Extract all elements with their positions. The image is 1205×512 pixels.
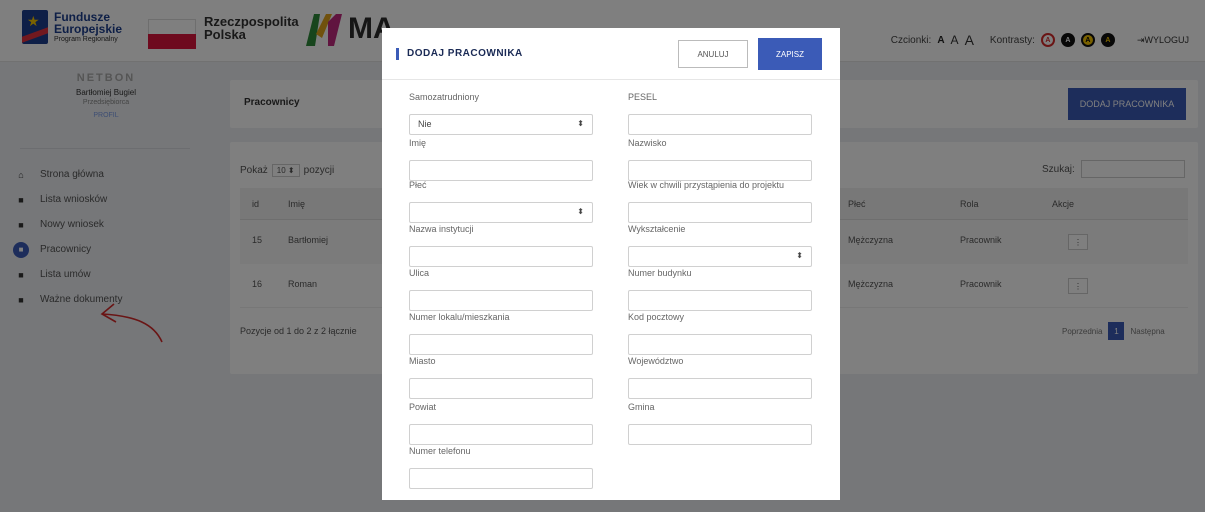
field-ulica: Ulica	[409, 268, 593, 311]
numer-budynku-input[interactable]	[628, 290, 812, 311]
field-powiat: Powiat	[409, 402, 593, 445]
gmina-input[interactable]	[628, 424, 812, 445]
imie-input[interactable]	[409, 160, 593, 181]
nazwa-instytucji-input[interactable]	[409, 246, 593, 267]
field-label: Kod pocztowy	[628, 312, 685, 322]
field-label: Miasto	[409, 356, 436, 366]
field-wojewodztwo: Województwo	[628, 356, 812, 399]
modal-title: DODAJ PRACOWNIKA	[396, 48, 523, 60]
miasto-input[interactable]	[409, 378, 593, 399]
field-nazwisko: Nazwisko	[628, 138, 812, 181]
field-nazwa-instytucji: Nazwa instytucji	[409, 224, 593, 267]
field-label: Gmina	[628, 402, 655, 412]
field-kod-pocztowy: Kod pocztowy	[628, 312, 812, 355]
save-button[interactable]: ZAPISZ	[758, 38, 822, 70]
field-samozatrudniony: Samozatrudniony Nie ⬍	[409, 92, 593, 135]
select-caret-icon: ⬍	[796, 251, 803, 260]
field-label: Imię	[409, 138, 427, 148]
ulica-input[interactable]	[409, 290, 593, 311]
field-miasto: Miasto	[409, 356, 593, 399]
powiat-input[interactable]	[409, 424, 593, 445]
field-label: Nazwisko	[628, 138, 667, 148]
wiek-w-chwili-przystapienia-do-projektu-input[interactable]	[628, 202, 812, 223]
field-numer-budynku: Numer budynku	[628, 268, 812, 311]
numer-lokalu-mieszkania-input[interactable]	[409, 334, 593, 355]
select-caret-icon: ⬍	[577, 207, 584, 216]
field-plec: Płeć ⬍	[409, 180, 593, 223]
add-employee-modal: DODAJ PRACOWNIKA ANULUJ ZAPISZ Samozatru…	[382, 28, 840, 500]
field-gmina: Gmina	[628, 402, 812, 445]
wojewodztwo-input[interactable]	[628, 378, 812, 399]
field-label: Wykształcenie	[628, 224, 686, 234]
field-numer-lokalu-mieszkania: Numer lokalu/mieszkania	[409, 312, 593, 355]
pesel-input[interactable]	[628, 114, 812, 135]
field-label: Numer telefonu	[409, 446, 471, 456]
field-wyksztalcenie: Wykształcenie ⬍	[628, 224, 812, 267]
nazwisko-input[interactable]	[628, 160, 812, 181]
modal-header: DODAJ PRACOWNIKA ANULUJ ZAPISZ	[382, 28, 840, 80]
kod-pocztowy-input[interactable]	[628, 334, 812, 355]
field-label: PESEL	[628, 92, 658, 102]
field-label: Wiek w chwili przystąpienia do projektu	[628, 180, 785, 190]
field-label: Numer budynku	[628, 268, 692, 278]
field-label: Ulica	[409, 268, 430, 278]
field-label: Numer lokalu/mieszkania	[409, 312, 510, 322]
wyksztalcenie-select[interactable]: ⬍	[628, 246, 812, 267]
cancel-button[interactable]: ANULUJ	[678, 40, 748, 68]
field-label: Płeć	[409, 180, 427, 190]
field-label: Powiat	[409, 402, 437, 412]
field-imie: Imię	[409, 138, 593, 181]
field-label: Województwo	[628, 356, 684, 366]
numer-telefonu-input[interactable]	[409, 468, 593, 489]
select-caret-icon: ⬍	[577, 119, 584, 128]
field-pesel: PESEL	[628, 92, 812, 135]
field-numer-telefonu: Numer telefonu	[409, 446, 593, 489]
field-label: Samozatrudniony	[409, 92, 480, 102]
field-wiek-w-chwili-przystapienia-do-projektu: Wiek w chwili przystąpienia do projektu	[628, 180, 812, 223]
samozatrudniony-select[interactable]: Nie ⬍	[409, 114, 593, 135]
field-label: Nazwa instytucji	[409, 224, 474, 234]
plec-select[interactable]: ⬍	[409, 202, 593, 223]
